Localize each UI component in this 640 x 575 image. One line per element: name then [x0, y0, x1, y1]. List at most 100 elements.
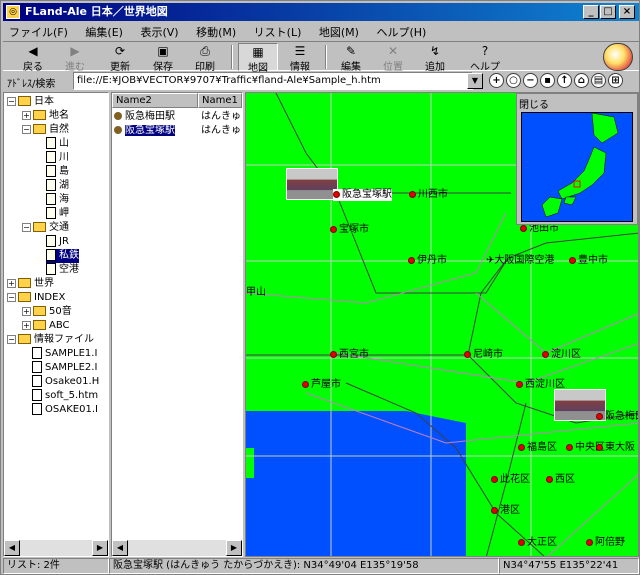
map-label-toyonaka[interactable]: 豊中市 [569, 255, 608, 267]
tree-item-airport[interactable]: 空港 [46, 263, 79, 277]
map-label-umeda[interactable]: 阪急梅田 [596, 411, 638, 423]
map-view[interactable]: 阪急宝塚駅 川西市 宝塚市 池田市 伊丹市 ✈大阪国際空港 豊中市 甲山 西宮市… [245, 92, 639, 557]
map-label-abeno[interactable]: 阿倍野 [586, 537, 625, 549]
tree-item-world[interactable]: + 世界 [7, 277, 54, 291]
tree-item-gojuon[interactable]: +50音 [22, 305, 72, 319]
map-label-taisho[interactable]: 大正区 [518, 537, 557, 549]
column-header-name1[interactable]: Name1 [198, 93, 242, 108]
map-label-fukushima[interactable]: 福島区 [518, 442, 557, 454]
menu-list[interactable]: リスト(L) [248, 22, 310, 40]
maximize-button[interactable]: □ [600, 5, 616, 19]
scroll-right-icon[interactable]: ▶ [226, 540, 242, 556]
collapse-icon[interactable]: − [22, 222, 31, 232]
map-label-takarazuka-station[interactable]: 阪急宝塚駅 [333, 189, 392, 201]
zoom-out-icon[interactable]: − [523, 73, 538, 88]
expand-icon[interactable]: + [22, 306, 31, 316]
menu-map[interactable]: 地図(M) [313, 22, 367, 40]
collapse-icon[interactable]: − [7, 334, 16, 344]
map-label-minato[interactable]: 港区 [491, 505, 520, 517]
help-button[interactable]: ? ヘルプ [465, 43, 505, 73]
list-item-selected[interactable]: 阪急宝塚駅 [114, 124, 175, 138]
city-dot-icon [596, 443, 603, 451]
forward-button[interactable]: ▶ 進む [55, 43, 95, 73]
map-label-nishiyodogawa[interactable]: 西淀川区 [516, 379, 565, 391]
tree-item-index[interactable]: − INDEX [7, 291, 65, 305]
layer-icon[interactable]: ▤ [591, 73, 606, 88]
tree-item-infofile[interactable]: − 情報ファイル [7, 333, 94, 347]
close-overview-button[interactable]: 閉じる [519, 96, 549, 111]
print-button[interactable]: ⎙ 印刷 [185, 43, 225, 73]
scroll-right-icon[interactable]: ▶ [92, 540, 108, 556]
map-label-higashiosaka[interactable]: 東大阪 [596, 442, 635, 454]
tree-item-nature[interactable]: − 自然 [22, 123, 69, 137]
map-label-konohana[interactable]: 此花区 [491, 474, 530, 486]
tree-item-abc[interactable]: + ABC [22, 319, 70, 333]
menu-edit[interactable]: 編集(E) [79, 22, 131, 40]
tree-item-file[interactable]: soft_5.htm [32, 389, 98, 403]
land-patch [246, 448, 254, 478]
map-label-yodogawa[interactable]: 淀川区 [542, 349, 581, 361]
zoom-in-icon[interactable]: + [489, 73, 504, 88]
refresh-button[interactable]: ⟳ 更新 [100, 43, 140, 73]
menu-view[interactable]: 表示(V) [134, 22, 186, 40]
tree-item-lake[interactable]: 湖 [46, 179, 69, 193]
tree-item-file[interactable]: Osake01.H [32, 375, 99, 389]
address-input[interactable]: file://E:¥JOB¥VECTOR¥9707¥Traffic¥fland-… [73, 72, 473, 90]
back-button[interactable]: ◀ 戻る [13, 43, 53, 73]
address-dropdown-icon[interactable]: ▼ [467, 73, 483, 89]
tree-item-river[interactable]: 川 [46, 151, 69, 165]
tree-item-file[interactable]: SAMPLE1.I [32, 347, 97, 361]
expand-icon[interactable]: + [22, 320, 31, 330]
expand-icon[interactable]: + [22, 110, 31, 120]
tree-item-file[interactable]: OSAKE01.I [32, 403, 98, 417]
tree-item-placename[interactable]: + 地名 [22, 109, 69, 123]
menu-move[interactable]: 移動(M) [190, 22, 244, 40]
tree-item-island[interactable]: 島 [46, 165, 69, 179]
list-horizontal-scrollbar[interactable]: ◀ ▶ [112, 540, 242, 556]
city-dot-icon [302, 380, 309, 388]
grid-icon[interactable]: ⊞ [608, 73, 623, 88]
map-button[interactable]: ▦ 地図 [238, 43, 278, 74]
tree-item-sea[interactable]: 海 [46, 193, 69, 207]
edit-button[interactable]: ✎ 編集 [331, 43, 371, 73]
info-button[interactable]: ☰ 情報 [280, 43, 320, 73]
tree-horizontal-scrollbar[interactable]: ◀ ▶ [4, 540, 108, 556]
map-label-ashiya[interactable]: 芦屋市 [302, 379, 341, 391]
tree-item-private-rail[interactable]: 私鉄 [46, 249, 79, 263]
save-button[interactable]: ▣ 保存 [143, 43, 183, 73]
map-label-kawanishi[interactable]: 川西市 [409, 189, 448, 201]
collapse-icon[interactable]: − [7, 292, 16, 302]
tree-item-file[interactable]: SAMPLE2.I [32, 361, 97, 375]
close-button[interactable]: × [619, 5, 635, 19]
up-arrow-icon[interactable]: ↑ [557, 73, 572, 88]
map-label-osaka-airport[interactable]: ✈大阪国際空港 [486, 255, 554, 267]
map-label-takarazuka[interactable]: 宝塚市 [330, 224, 369, 236]
collapse-icon[interactable]: − [22, 124, 31, 134]
tree-item-cape[interactable]: 岬 [46, 207, 69, 221]
map-label-itami[interactable]: 伊丹市 [408, 255, 447, 267]
scroll-left-icon[interactable]: ◀ [112, 540, 128, 556]
tree-item-mountain[interactable]: 山 [46, 137, 69, 151]
list-item[interactable]: 阪急梅田駅 [114, 110, 175, 124]
zoom-level-icon[interactable]: ▪ [540, 73, 555, 88]
expand-icon[interactable]: + [7, 278, 16, 288]
overview-map[interactable] [521, 112, 633, 222]
map-label-nishinomiya[interactable]: 西宮市 [330, 349, 369, 361]
map-label-amagasaki[interactable]: 尼崎市 [464, 349, 503, 361]
minimize-button[interactable]: _ [583, 5, 599, 19]
column-header-name2[interactable]: Name2 [112, 93, 198, 108]
scroll-left-icon[interactable]: ◀ [4, 540, 20, 556]
position-button[interactable]: ✕ 位置 [373, 43, 413, 73]
tree-item-traffic[interactable]: − 交通 [22, 221, 69, 235]
add-button[interactable]: ↯ 追加 [415, 43, 455, 73]
menu-help[interactable]: ヘルプ(H) [370, 22, 434, 40]
map-label-rokko[interactable]: 甲山 [246, 287, 266, 299]
tree-item-japan[interactable]: − 日本 [7, 95, 54, 109]
menu-file[interactable]: ファイル(F) [3, 22, 76, 40]
zoom-reset-icon[interactable]: ○ [506, 73, 521, 88]
map-label-naniwa[interactable]: 西区 [546, 474, 575, 486]
station-photo[interactable] [286, 168, 338, 200]
home-icon[interactable]: ⌂ [574, 73, 589, 88]
tree-item-jr[interactable]: JR [46, 235, 69, 249]
collapse-icon[interactable]: − [7, 96, 16, 106]
